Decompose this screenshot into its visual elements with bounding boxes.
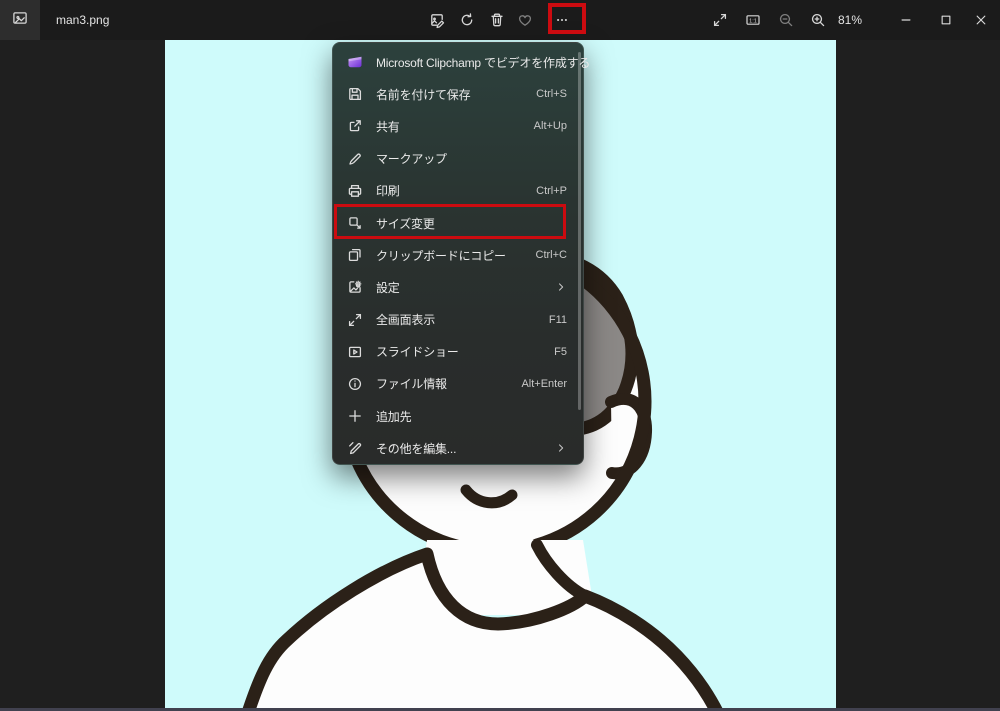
menu-item-file-info[interactable]: ファイル情報 Alt+Enter <box>333 368 583 400</box>
minimize-icon <box>899 13 913 27</box>
menu-item-label: その他を編集... <box>376 440 456 457</box>
menu-item-share[interactable]: 共有 Alt+Up <box>333 110 583 142</box>
menu-item-label: スライドショー <box>376 343 459 360</box>
clipchamp-icon <box>347 54 363 70</box>
maximize-button[interactable] <box>926 0 966 40</box>
delete-button[interactable] <box>484 7 510 33</box>
menu-item-add-to[interactable]: 追加先 <box>333 400 583 432</box>
menu-item-label: 共有 <box>376 118 400 135</box>
fullscreen-icon <box>347 312 363 328</box>
menu-item-shortcut: Ctrl+P <box>536 185 567 197</box>
favorite-button[interactable] <box>512 7 538 33</box>
menu-item-shortcut: Ctrl+S <box>536 88 567 100</box>
actual-size-icon: 1:1 <box>745 12 761 28</box>
title-bar: man3.png 1:1 81% <box>0 0 1000 40</box>
close-icon <box>974 13 988 27</box>
save-icon <box>347 86 363 102</box>
menu-item-label: マークアップ <box>376 150 447 167</box>
edit-image-button[interactable] <box>424 7 450 33</box>
chevron-right-icon <box>555 281 567 293</box>
menu-item-save-as[interactable]: 名前を付けて保存 Ctrl+S <box>333 78 583 110</box>
annotation-box-resize-item <box>334 204 566 239</box>
photo-icon <box>12 10 28 31</box>
print-icon <box>347 183 363 199</box>
copy-icon <box>347 247 363 263</box>
close-button[interactable] <box>962 0 1000 40</box>
fit-to-window-button[interactable] <box>707 7 733 33</box>
menu-item-shortcut: F11 <box>549 314 567 326</box>
menu-item-shortcut: Ctrl+C <box>536 249 567 261</box>
menu-item-print[interactable]: 印刷 Ctrl+P <box>333 175 583 207</box>
favorite-icon <box>517 12 533 28</box>
actual-size-button[interactable]: 1:1 <box>740 7 766 33</box>
menu-item-slideshow[interactable]: スライドショー F5 <box>333 336 583 368</box>
menu-item-label: 追加先 <box>376 408 411 425</box>
menu-item-label: 全画面表示 <box>376 311 435 328</box>
annotation-box-more-button <box>548 3 586 34</box>
menu-item-label: ファイル情報 <box>376 375 447 392</box>
menu-item-label: クリップボードにコピー <box>376 247 506 264</box>
rotate-icon <box>459 12 475 28</box>
menu-item-shortcut: Alt+Enter <box>521 378 567 390</box>
svg-text:1:1: 1:1 <box>749 18 757 24</box>
menu-item-label: 印刷 <box>376 182 400 199</box>
menu-item-shortcut: F5 <box>554 346 567 358</box>
zoom-level-label: 81% <box>838 0 862 40</box>
menu-item-markup[interactable]: マークアップ <box>333 143 583 175</box>
menu-item-edit-more[interactable]: その他を編集... <box>333 432 583 464</box>
maximize-icon <box>939 13 953 27</box>
settings-icon <box>347 279 363 295</box>
edit-external-icon <box>347 440 363 456</box>
more-options-menu: Microsoft Clipchamp でビデオを作成する名前を付けて保存 Ctr… <box>332 42 584 465</box>
markup-icon <box>347 151 363 167</box>
info-icon <box>347 376 363 392</box>
app-button[interactable] <box>0 0 40 40</box>
zoom-in-icon <box>810 12 826 28</box>
menu-item-copy-to-clipboard[interactable]: クリップボードにコピー Ctrl+C <box>333 239 583 271</box>
fit-screen-icon <box>712 12 728 28</box>
minimize-button[interactable] <box>886 0 926 40</box>
file-title: man3.png <box>56 0 109 40</box>
delete-icon <box>489 12 505 28</box>
menu-item-label: 設定 <box>376 279 400 296</box>
edit-image-icon <box>429 12 445 28</box>
menu-item-shortcut: Alt+Up <box>534 120 567 132</box>
menu-item-settings[interactable]: 設定 <box>333 271 583 303</box>
slideshow-icon <box>347 344 363 360</box>
add-icon <box>347 408 363 424</box>
menu-scrollbar[interactable] <box>578 52 581 410</box>
share-icon <box>347 118 363 134</box>
zoom-out-button[interactable] <box>773 7 799 33</box>
zoom-out-icon <box>778 12 794 28</box>
menu-item-fullscreen[interactable]: 全画面表示 F11 <box>333 304 583 336</box>
menu-item-clipchamp[interactable]: Microsoft Clipchamp でビデオを作成する <box>333 46 583 78</box>
menu-item-label: Microsoft Clipchamp でビデオを作成する <box>376 54 590 71</box>
rotate-button[interactable] <box>454 7 480 33</box>
chevron-right-icon <box>555 442 567 454</box>
zoom-in-button[interactable] <box>805 7 831 33</box>
menu-item-label: 名前を付けて保存 <box>376 86 470 103</box>
